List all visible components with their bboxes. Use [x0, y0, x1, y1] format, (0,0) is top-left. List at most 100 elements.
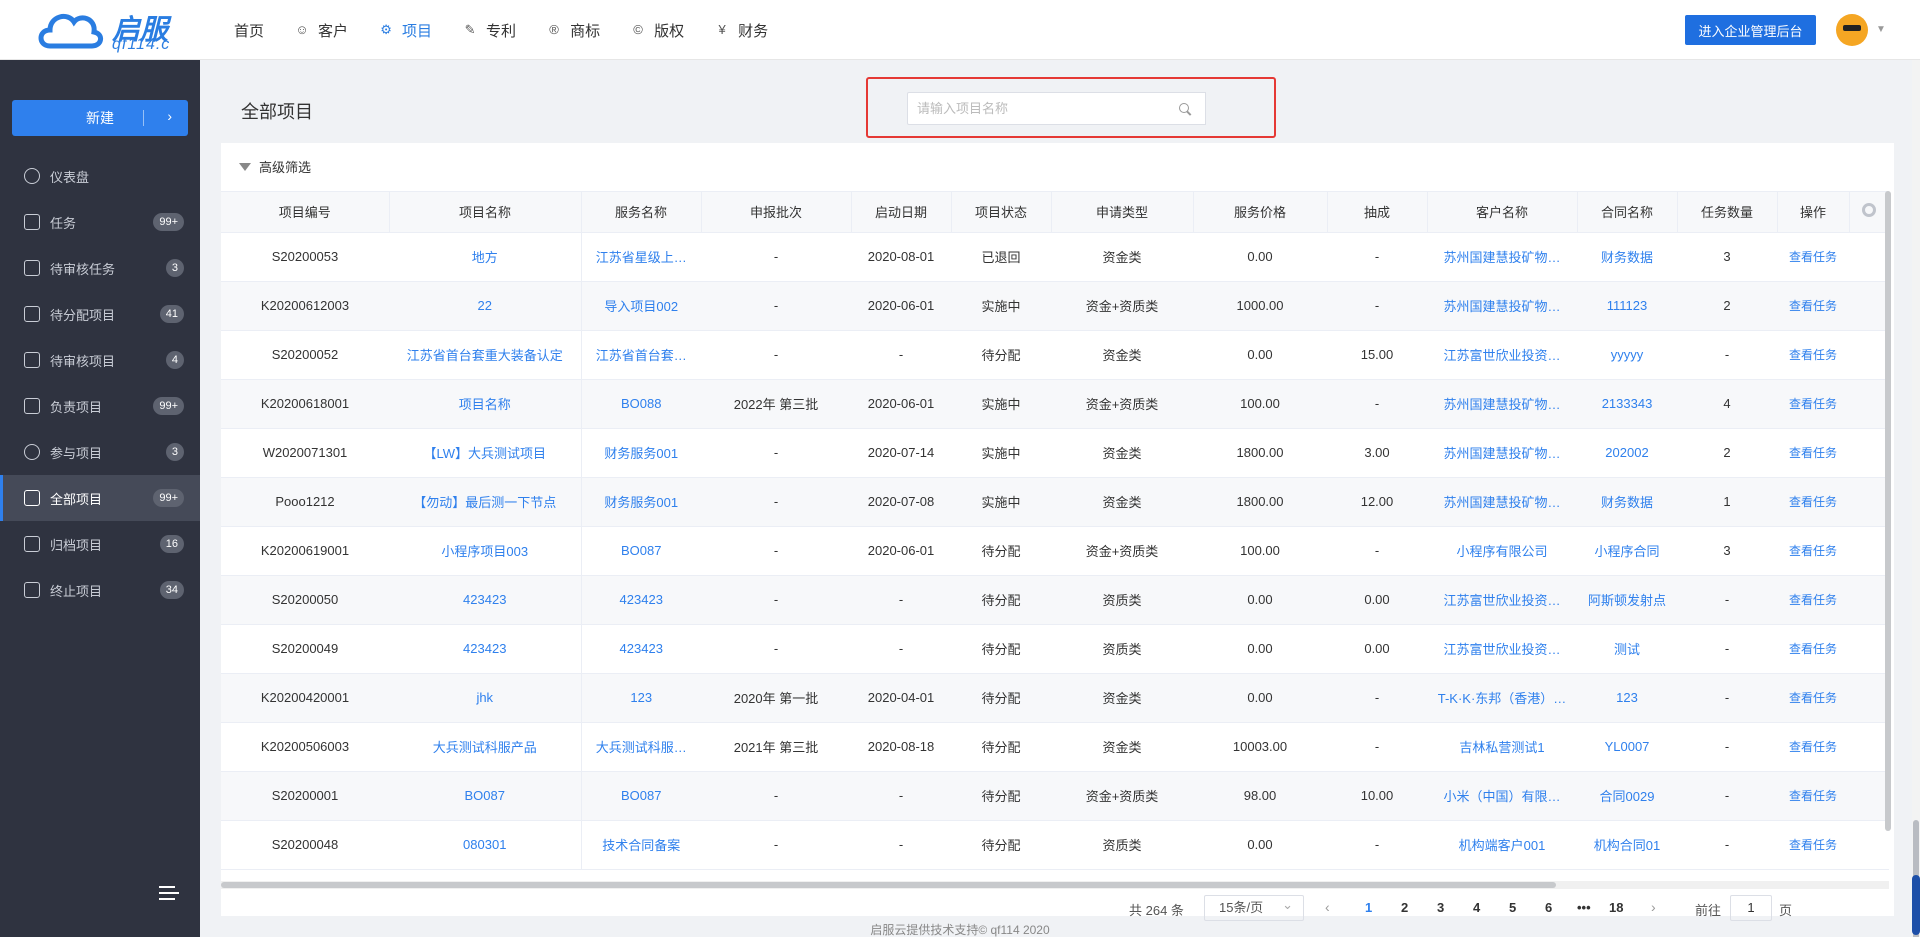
- table-cell[interactable]: 123: [1577, 673, 1677, 723]
- sidebar-item-archived[interactable]: 归档项目 16: [0, 521, 200, 567]
- column-header[interactable]: 项目状态: [951, 192, 1052, 233]
- column-header[interactable]: 合同名称: [1577, 192, 1678, 233]
- table-cell[interactable]: 苏州国建慧投矿物…: [1427, 281, 1577, 331]
- table-cell[interactable]: 合同0029: [1577, 771, 1677, 821]
- table-cell[interactable]: 江苏省首台套重大装备认定: [389, 330, 581, 380]
- sidebar-item-pending-tasks[interactable]: 待审核任务 3: [0, 245, 200, 291]
- page-number[interactable]: 18: [1609, 900, 1623, 915]
- enter-admin-button[interactable]: 进入企业管理后台: [1685, 15, 1816, 45]
- table-cell[interactable]: 财务数据: [1577, 232, 1677, 282]
- table-cell[interactable]: YL0007: [1577, 722, 1677, 772]
- table-cell[interactable]: 大兵测试科服…: [580, 722, 701, 772]
- view-tasks-link[interactable]: 查看任务: [1777, 820, 1849, 870]
- scrollbar-thumb[interactable]: [221, 882, 1556, 888]
- view-tasks-link[interactable]: 查看任务: [1777, 526, 1849, 576]
- sidebar-item-responsible[interactable]: 负责项目 99+: [0, 383, 200, 429]
- table-cell[interactable]: BO087: [580, 526, 701, 576]
- column-header[interactable]: 服务价格: [1193, 192, 1328, 233]
- column-settings[interactable]: [1849, 192, 1889, 233]
- table-cell[interactable]: 423423: [580, 624, 701, 674]
- table-cell[interactable]: 江苏富世欣业投资…: [1427, 330, 1577, 380]
- table-cell[interactable]: BO087: [580, 771, 701, 821]
- sidebar-item-tasks[interactable]: 任务 99+: [0, 199, 200, 245]
- page-size-select[interactable]: 15条/页: [1204, 893, 1304, 921]
- table-cell[interactable]: 苏州国建慧投矿物…: [1427, 428, 1577, 478]
- nav-trademark[interactable]: ® 商标: [542, 0, 626, 60]
- table-cell[interactable]: 202002: [1577, 428, 1677, 478]
- search-input[interactable]: 请输入项目名称: [907, 92, 1165, 125]
- table-cell[interactable]: 江苏省首台套…: [580, 330, 701, 380]
- column-header[interactable]: 抽成: [1327, 192, 1428, 233]
- column-header[interactable]: 客户名称: [1427, 192, 1578, 233]
- view-tasks-link[interactable]: 查看任务: [1777, 673, 1849, 723]
- table-cell[interactable]: 机构端客户001: [1427, 820, 1577, 870]
- table-cell[interactable]: BO087: [389, 771, 581, 821]
- column-header[interactable]: 任务数量: [1677, 192, 1778, 233]
- nav-copyright[interactable]: © 版权: [626, 0, 710, 60]
- table-cell[interactable]: 小程序合同: [1577, 526, 1677, 576]
- column-header[interactable]: 申报批次: [701, 192, 852, 233]
- next-page-icon[interactable]: ›: [1651, 899, 1656, 915]
- table-cell[interactable]: 苏州国建慧投矿物…: [1427, 477, 1577, 527]
- table-cell[interactable]: yyyyy: [1577, 330, 1677, 380]
- table-cell[interactable]: 423423: [389, 575, 581, 625]
- view-tasks-link[interactable]: 查看任务: [1777, 428, 1849, 478]
- table-cell[interactable]: 地方: [389, 232, 581, 282]
- page-number[interactable]: 2: [1401, 900, 1408, 915]
- table-cell[interactable]: T-K·K·东邦（香港）…: [1427, 673, 1577, 723]
- column-header[interactable]: 申请类型: [1051, 192, 1194, 233]
- view-tasks-link[interactable]: 查看任务: [1777, 232, 1849, 282]
- view-tasks-link[interactable]: 查看任务: [1777, 722, 1849, 772]
- page-number[interactable]: 5: [1509, 900, 1516, 915]
- page-number[interactable]: 3: [1437, 900, 1444, 915]
- page-number[interactable]: 4: [1473, 900, 1480, 915]
- page-number[interactable]: 1: [1365, 900, 1372, 915]
- table-cell[interactable]: 项目名称: [389, 379, 581, 429]
- column-header[interactable]: 项目编号: [221, 192, 390, 233]
- table-cell[interactable]: 技术合同备案: [580, 820, 701, 870]
- table-cell[interactable]: 22: [389, 281, 581, 331]
- table-cell[interactable]: 江苏富世欣业投资…: [1427, 575, 1577, 625]
- table-cell[interactable]: 【勿动】最后测一下节点: [389, 477, 581, 527]
- page-number[interactable]: 6: [1545, 900, 1552, 915]
- table-cell[interactable]: 小程序项目003: [389, 526, 581, 576]
- view-tasks-link[interactable]: 查看任务: [1777, 477, 1849, 527]
- table-horizontal-scrollbar[interactable]: [221, 881, 1889, 889]
- table-cell[interactable]: 423423: [580, 575, 701, 625]
- table-cell[interactable]: 财务服务001: [580, 477, 701, 527]
- view-tasks-link[interactable]: 查看任务: [1777, 771, 1849, 821]
- table-cell[interactable]: 财务服务001: [580, 428, 701, 478]
- view-tasks-link[interactable]: 查看任务: [1777, 575, 1849, 625]
- table-cell[interactable]: 苏州国建慧投矿物…: [1427, 232, 1577, 282]
- sidebar-item-participate[interactable]: 参与项目 3: [0, 429, 200, 475]
- table-cell[interactable]: 小程序有限公司: [1427, 526, 1577, 576]
- logo[interactable]: 启服 qf114.c: [36, 6, 186, 54]
- nav-finance[interactable]: ¥ 财务: [710, 0, 794, 60]
- table-cell[interactable]: 吉林私营测试1: [1427, 722, 1577, 772]
- table-cell[interactable]: 江苏省星级上…: [580, 232, 701, 282]
- column-header[interactable]: 启动日期: [851, 192, 952, 233]
- table-cell[interactable]: 财务数据: [1577, 477, 1677, 527]
- table-cell[interactable]: 机构合同01: [1577, 820, 1677, 870]
- sidebar-item-terminated[interactable]: 终止项目 34: [0, 567, 200, 613]
- more-pages[interactable]: •••: [1577, 900, 1591, 915]
- table-cell[interactable]: 123: [580, 673, 701, 723]
- sidebar-item-all-projects[interactable]: 全部项目 99+: [0, 475, 200, 521]
- table-cell[interactable]: 阿斯顿发射点: [1577, 575, 1677, 625]
- sidebar-item-to-assign[interactable]: 待分配项目 41: [0, 291, 200, 337]
- view-tasks-link[interactable]: 查看任务: [1777, 281, 1849, 331]
- search-button[interactable]: [1164, 92, 1206, 125]
- page-vertical-scrollbar[interactable]: [1912, 60, 1920, 937]
- table-cell[interactable]: 江苏富世欣业投资…: [1427, 624, 1577, 674]
- sidebar-item-dashboard[interactable]: 仪表盘: [0, 153, 200, 199]
- nav-project[interactable]: ⚙ 项目: [374, 0, 458, 60]
- table-cell[interactable]: 苏州国建慧投矿物…: [1427, 379, 1577, 429]
- table-cell[interactable]: jhk: [389, 673, 581, 723]
- collapse-sidebar-icon[interactable]: [159, 886, 181, 900]
- prev-page-icon[interactable]: ‹: [1325, 899, 1330, 915]
- table-vertical-scrollbar[interactable]: [1885, 191, 1891, 831]
- column-header[interactable]: 项目名称: [389, 192, 582, 233]
- table-cell[interactable]: 导入项目002: [580, 281, 701, 331]
- view-tasks-link[interactable]: 查看任务: [1777, 624, 1849, 674]
- table-cell[interactable]: 2133343: [1577, 379, 1677, 429]
